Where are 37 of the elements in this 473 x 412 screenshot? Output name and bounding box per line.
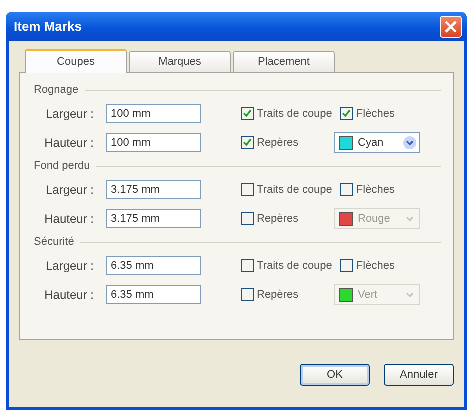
input-field[interactable]: 6.35 mm xyxy=(106,256,201,275)
checkbox[interactable]: Traits de coupe xyxy=(241,107,332,120)
checkbox[interactable]: Repères xyxy=(241,136,326,149)
field-label: Hauteur : xyxy=(44,212,95,226)
dropdown-value: Vert xyxy=(358,288,379,300)
tab[interactable]: Marques xyxy=(129,51,231,72)
input-field[interactable]: 6.35 mm xyxy=(106,285,201,304)
field-label: Hauteur : xyxy=(44,136,95,150)
input-field[interactable]: 100 mm xyxy=(106,133,201,152)
dialog-button[interactable]: OK xyxy=(300,364,370,386)
dropdown-value: Cyan xyxy=(358,136,385,148)
tab[interactable]: Coupes xyxy=(25,49,127,73)
checkbox[interactable]: Traits de coupe xyxy=(241,183,332,196)
field-label: Largeur : xyxy=(44,182,95,196)
field-label: Hauteur : xyxy=(44,288,95,302)
section-title: Sécurité xyxy=(34,236,74,248)
checkbox[interactable]: Repères xyxy=(241,288,326,301)
color-dropdown[interactable]: Cyan xyxy=(334,132,420,153)
section-title: Fond perdu xyxy=(34,160,90,172)
checkbox[interactable]: Flèches xyxy=(340,183,395,196)
input-field[interactable]: 100 mm xyxy=(106,104,201,123)
checkbox[interactable]: Repères xyxy=(241,212,326,225)
tab[interactable]: Placement xyxy=(233,51,335,72)
checkbox[interactable]: Flèches xyxy=(340,107,395,120)
field-label: Largeur : xyxy=(44,258,95,272)
dialog-button[interactable]: Annuler xyxy=(384,364,454,386)
input-field[interactable]: 3.175 mm xyxy=(106,180,201,199)
section-title: Rognage xyxy=(34,84,79,96)
close-button[interactable] xyxy=(440,16,462,38)
close-icon xyxy=(444,20,458,34)
checkbox[interactable]: Flèches xyxy=(340,259,395,272)
input-field[interactable]: 3.175 mm xyxy=(106,209,201,228)
window-title: Item Marks xyxy=(13,19,82,34)
caret-icon xyxy=(403,136,417,150)
dropdown-value: Rouge xyxy=(358,212,392,224)
checkbox[interactable]: Traits de coupe xyxy=(241,259,332,272)
field-label: Largeur : xyxy=(44,106,95,120)
